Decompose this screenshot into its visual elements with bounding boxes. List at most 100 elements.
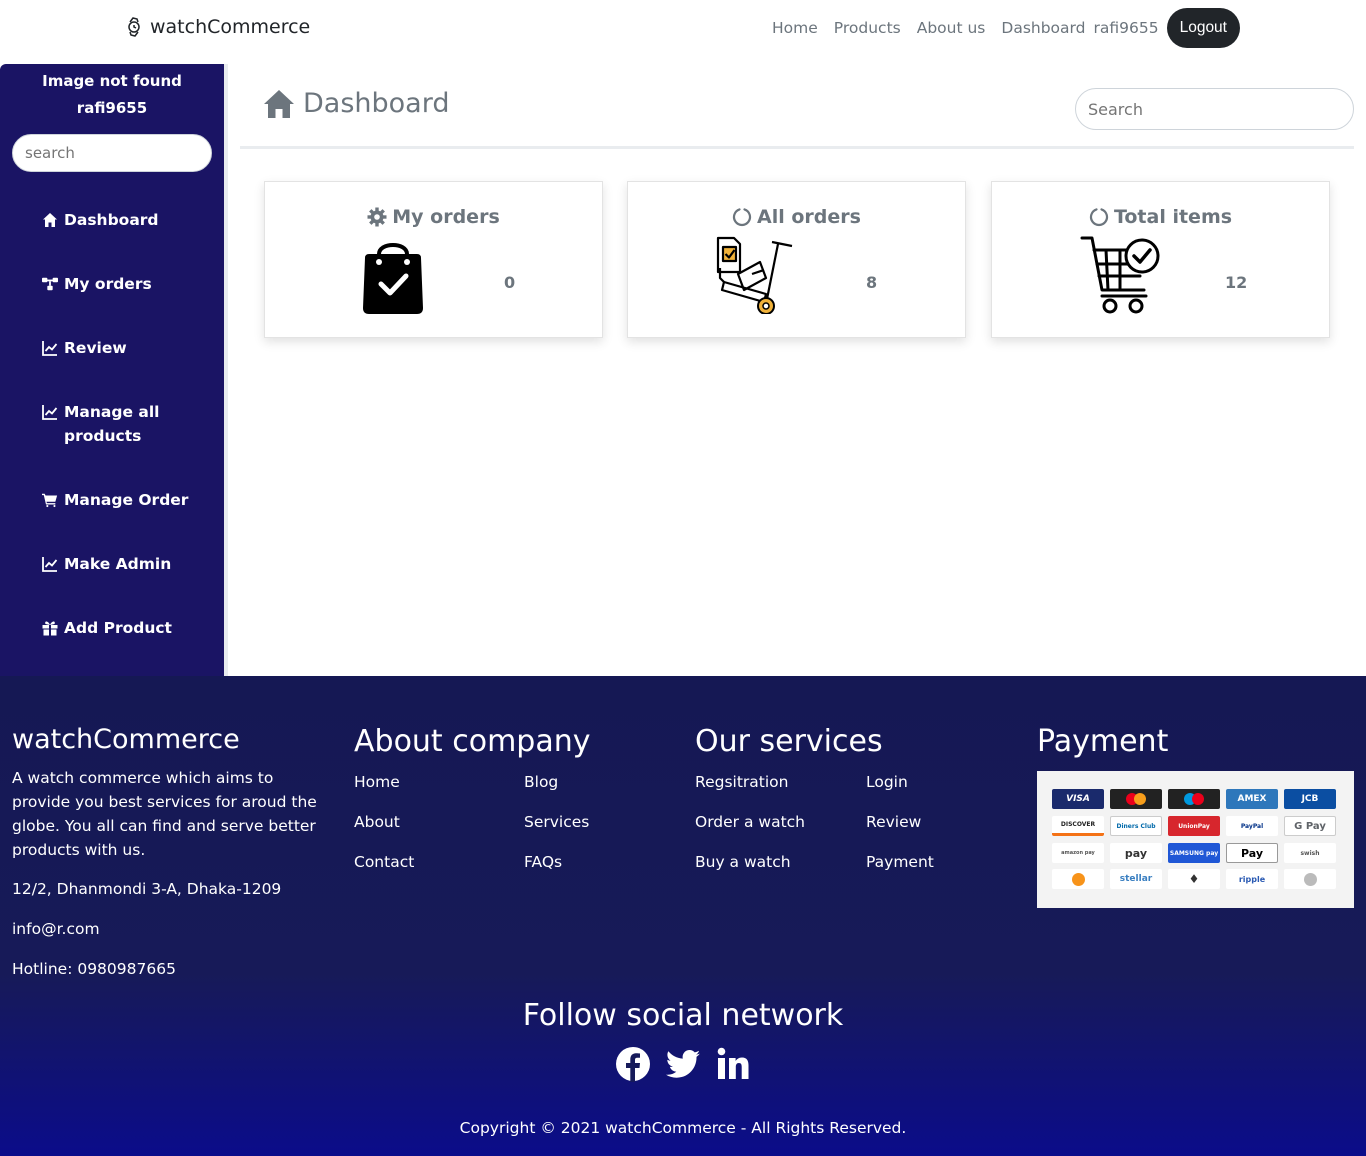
stat-card-total-items: Total items 12: [991, 181, 1330, 338]
page-title: Dashboard: [263, 88, 449, 119]
logout-button[interactable]: Logout: [1166, 8, 1240, 48]
cart-icon: [42, 493, 58, 508]
social-links: [0, 1046, 1366, 1086]
watch-icon: [128, 17, 140, 37]
sidebar: Image not found rafi9655 Dashboard My or…: [0, 64, 224, 676]
swish-logo: swish: [1284, 843, 1336, 863]
footer-link-order-watch[interactable]: Order a watch: [695, 813, 805, 831]
ripple-logo: ripple: [1226, 869, 1278, 889]
stat-card-my-orders: My orders 0: [264, 181, 603, 338]
nav-products-link[interactable]: Products: [834, 19, 901, 37]
footer-payment-heading: Payment: [1037, 724, 1169, 759]
chart-line-icon: [42, 557, 58, 572]
sidebar-item-label: My orders: [64, 275, 152, 293]
sidebar-item-label: Manage all products: [64, 403, 160, 445]
footer-services-heading: Our services: [695, 724, 883, 759]
linkedin-link[interactable]: [715, 1046, 751, 1086]
sidebar-item-label: Make Admin: [64, 555, 172, 573]
sidebar-item-add-product[interactable]: Add Product: [42, 616, 212, 640]
nav-dashboard-link[interactable]: Dashboard: [1001, 19, 1085, 37]
copyright-text: Copyright © 2021 watchCommerce - All Rig…: [459, 1119, 907, 1137]
card-title: My orders: [265, 206, 602, 228]
circle-notch-icon: [1089, 208, 1108, 227]
litecoin-logo: [1284, 869, 1336, 889]
footer-link-buy-watch[interactable]: Buy a watch: [695, 853, 791, 871]
sitemap-icon: [42, 277, 58, 291]
sidebar-item-manage-order[interactable]: Manage Order: [42, 488, 212, 512]
brand-name: watchCommerce: [150, 16, 311, 38]
sidebar-item-review[interactable]: Review: [42, 336, 212, 360]
brand-link[interactable]: watchCommerce: [124, 16, 310, 38]
chart-line-icon: [42, 341, 58, 356]
footer-hotline: Hotline: 0980987665: [12, 960, 176, 978]
card-title-text: All orders: [757, 206, 861, 228]
footer-link-blog[interactable]: Blog: [524, 773, 558, 791]
amazonpay-logo: amazon pay: [1052, 843, 1104, 863]
applepay-logo: Pay: [1226, 843, 1278, 863]
footer-link-registration[interactable]: Regsitration: [695, 773, 788, 791]
facebook-icon: [616, 1047, 650, 1082]
footer-email: info@r.com: [12, 920, 100, 938]
facebook-link[interactable]: [615, 1046, 651, 1086]
hand-truck-boxes-icon: [716, 236, 793, 314]
gift-icon: [42, 621, 58, 636]
jcb-logo: JCB: [1284, 789, 1336, 809]
footer-link-review[interactable]: Review: [866, 813, 921, 831]
linkedin-icon: [717, 1047, 749, 1079]
gpay-logo: G Pay: [1284, 816, 1336, 836]
sidebar-username: rafi9655: [76, 99, 148, 117]
sidebar-item-my-orders[interactable]: My orders: [42, 272, 212, 296]
card-title: Total items: [992, 206, 1329, 228]
stat-card-all-orders: All orders 8: [627, 181, 966, 338]
cart-check-icon: [1080, 236, 1160, 314]
footer-link-login[interactable]: Login: [866, 773, 908, 791]
stellar-logo: stellar: [1110, 869, 1162, 889]
twitter-link[interactable]: [665, 1046, 701, 1086]
sidebar-item-label: Add Product: [64, 619, 172, 637]
footer-link-services[interactable]: Services: [524, 813, 589, 831]
main-search-input[interactable]: [1075, 88, 1354, 130]
footer-brand: watchCommerce: [12, 724, 240, 755]
amex-logo: AMEX: [1226, 789, 1278, 809]
diners-logo: Diners Club: [1110, 816, 1162, 836]
footer-link-contact[interactable]: Contact: [354, 853, 414, 871]
footer-address: 12/2, Dhanmondi 3-A, Dhaka-1209: [12, 880, 282, 898]
card-title-text: Total items: [1113, 206, 1233, 228]
card-count: 12: [1225, 273, 1248, 292]
profile-image-alt: Image not found: [42, 72, 182, 90]
nav-home-link[interactable]: Home: [772, 19, 818, 37]
sidebar-item-make-admin[interactable]: Make Admin: [42, 552, 212, 576]
footer-link-faqs[interactable]: FAQs: [524, 853, 562, 871]
paypal-logo: PayPal: [1226, 816, 1278, 836]
maestro-logo: [1168, 789, 1220, 809]
sidebar-search-input[interactable]: [12, 134, 212, 172]
card-title-text: My orders: [392, 206, 500, 228]
sidebar-item-label: Manage Order: [64, 491, 189, 509]
follow-heading: Follow social network: [522, 998, 844, 1033]
sidebar-scroll-edge: [224, 64, 228, 676]
nav-about-link[interactable]: About us: [917, 19, 986, 37]
footer-description: A watch commerce which aims to provide y…: [12, 769, 317, 859]
footer-link-about[interactable]: About: [354, 813, 400, 831]
footer-about-heading: About company: [354, 724, 591, 759]
samsungpay-logo: SAMSUNG pay: [1168, 843, 1220, 863]
home-icon: [43, 213, 57, 227]
visa-logo: VISA: [1052, 789, 1104, 809]
header-divider: [240, 146, 1354, 149]
ethereum-logo: ♦: [1168, 869, 1220, 889]
shopping-bag-check-icon: [363, 243, 423, 314]
footer: watchCommerce A watch commerce which aim…: [0, 676, 1366, 1156]
footer-link-payment[interactable]: Payment: [866, 853, 934, 871]
chart-line-icon: [42, 405, 58, 420]
card-title: All orders: [628, 206, 965, 228]
top-navbar: watchCommerce Home Products About us Das…: [0, 0, 1366, 56]
card-count: 8: [866, 273, 878, 292]
sidebar-item-manage-products[interactable]: Manage all products: [42, 400, 212, 448]
discover-logo: DISCOVER: [1052, 816, 1104, 836]
twitter-icon: [665, 1050, 700, 1078]
nav-username: rafi9655: [1093, 19, 1159, 37]
payment-methods-image: VISA AMEX JCB DISCOVER Diners Club Union…: [1037, 771, 1354, 908]
card-count: 0: [504, 273, 516, 292]
footer-link-home[interactable]: Home: [354, 773, 400, 791]
sidebar-item-dashboard[interactable]: Dashboard: [42, 208, 212, 232]
